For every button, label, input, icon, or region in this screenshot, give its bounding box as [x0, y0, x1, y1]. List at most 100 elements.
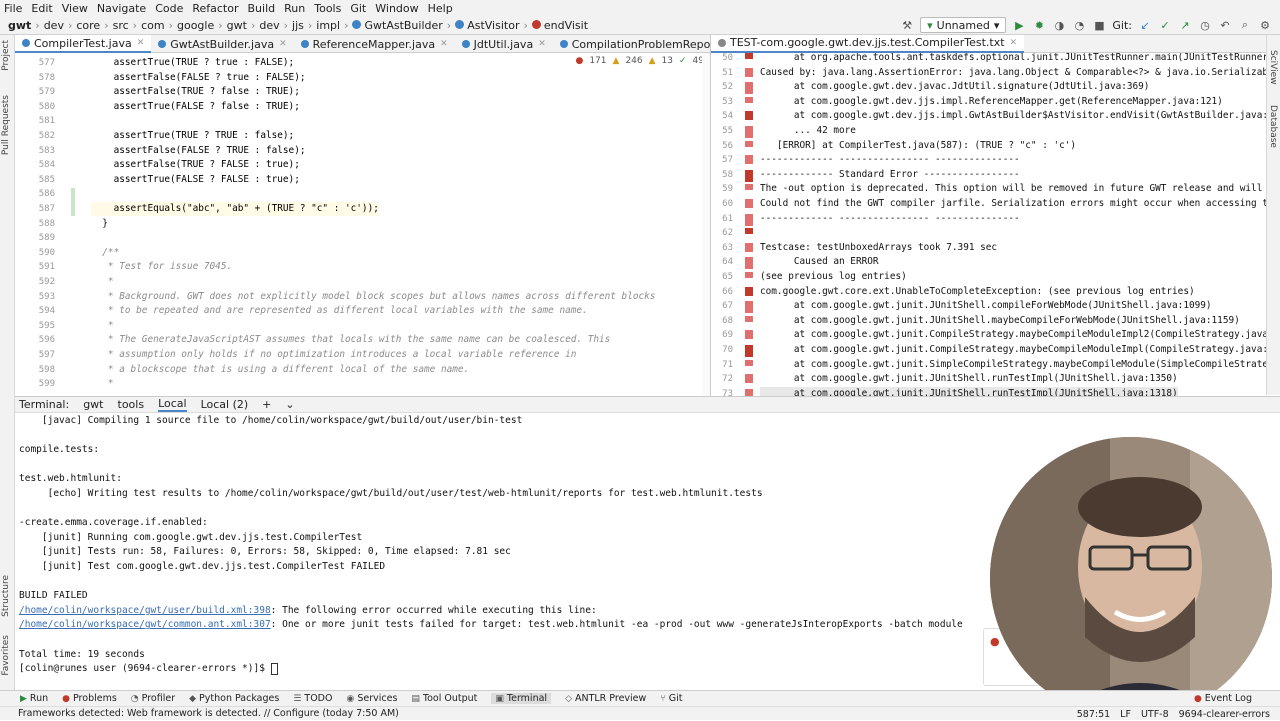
- breadcrumb-item[interactable]: endVisit: [531, 19, 588, 32]
- inspection-widget[interactable]: ● 171 ▲ 246 ▲ 13 ✓ 49: [575, 56, 704, 66]
- tool-database[interactable]: Database: [1268, 105, 1278, 148]
- menu-item-help[interactable]: Help: [428, 2, 453, 15]
- tool-git[interactable]: ⑂ Git: [660, 693, 682, 704]
- tab-terminal[interactable]: tools: [118, 398, 145, 411]
- run-config-select[interactable]: ▾ Unnamed ▾: [920, 17, 1007, 33]
- history-icon[interactable]: ◷: [1198, 18, 1212, 32]
- breadcrumb-label: dev: [259, 18, 280, 32]
- breadcrumb-item[interactable]: AstVisitor: [455, 19, 519, 32]
- close-icon[interactable]: ✕: [538, 39, 546, 49]
- breadcrumb-item[interactable]: dev: [44, 19, 64, 32]
- git-update-icon[interactable]: ↙: [1138, 18, 1152, 32]
- close-icon[interactable]: ✕: [137, 38, 145, 48]
- log-line-number: 62: [722, 228, 733, 239]
- breadcrumb-item[interactable]: gwt: [227, 19, 247, 32]
- tool-todo[interactable]: ☰ TODO: [293, 693, 332, 704]
- breadcrumb-item[interactable]: gwt: [8, 19, 31, 32]
- close-icon[interactable]: ✕: [1010, 38, 1018, 48]
- cursor-position[interactable]: 587:51: [1077, 709, 1110, 720]
- log-line: ------------- Standard Error -----------…: [760, 168, 1020, 180]
- run-icon[interactable]: ▶: [1012, 18, 1026, 32]
- status-message[interactable]: Frameworks detected: Web framework is de…: [18, 708, 399, 719]
- tab-editor-file[interactable]: JdtUtil.java ✕: [455, 35, 553, 53]
- git-push-icon[interactable]: ↗: [1178, 18, 1192, 32]
- file-encoding[interactable]: UTF-8: [1141, 709, 1169, 720]
- stop-icon[interactable]: ■: [1092, 18, 1106, 32]
- breadcrumb-item[interactable]: core: [76, 19, 100, 32]
- tool-antlr-preview[interactable]: ◇ ANTLR Preview: [565, 693, 646, 704]
- coverage-icon[interactable]: ◑: [1052, 18, 1066, 32]
- terminal-link[interactable]: /home/colin/workspace/gwt/user/build.xml…: [19, 605, 271, 616]
- git-branch[interactable]: 9694-clearer-errors: [1179, 709, 1270, 720]
- add-tab-icon[interactable]: +: [262, 398, 271, 411]
- tab-editor-file[interactable]: GwtAstBuilder.java ✕: [151, 35, 293, 53]
- code-line: assertFalse(TRUE ? FALSE : true);: [91, 159, 300, 171]
- log-line: at com.google.gwt.junit.JUnitShell.maybe…: [760, 314, 1240, 326]
- tool-problems[interactable]: ● Problems: [62, 693, 117, 704]
- close-icon[interactable]: ✕: [279, 39, 287, 49]
- menu-item-run[interactable]: Run: [284, 2, 305, 15]
- tab-test-log[interactable]: TEST-com.google.gwt.dev.jjs.test.Compile…: [711, 34, 1025, 53]
- menu-item-navigate[interactable]: Navigate: [97, 2, 146, 15]
- tool-label: Event Log: [1204, 693, 1252, 704]
- close-icon[interactable]: ✕: [440, 39, 448, 49]
- chevron-down-icon[interactable]: ⌄: [285, 398, 294, 411]
- error-stripe: [745, 286, 753, 296]
- debug-icon[interactable]: ✹: [1032, 18, 1046, 32]
- tool-services[interactable]: ◉ Services: [346, 693, 397, 704]
- hammer-icon[interactable]: ⚒: [900, 18, 914, 32]
- log-line-number: 56: [722, 140, 733, 151]
- class-icon: [455, 19, 465, 29]
- menu-item-code[interactable]: Code: [155, 2, 183, 15]
- line-number: 579: [38, 87, 55, 98]
- tool-structure[interactable]: Structure: [1, 575, 11, 617]
- profile-icon[interactable]: ◔: [1072, 18, 1086, 32]
- tool-profiler[interactable]: ◔ Profiler: [131, 693, 175, 704]
- menu-item-build[interactable]: Build: [248, 2, 276, 15]
- menu-item-edit[interactable]: Edit: [31, 2, 52, 15]
- breadcrumb-item[interactable]: google: [177, 19, 214, 32]
- tool-run[interactable]: ▶ Run: [20, 693, 48, 704]
- git-commit-icon[interactable]: ✓: [1158, 18, 1172, 32]
- presenter-video: [990, 437, 1272, 719]
- terminal-link[interactable]: /home/colin/workspace/gwt/common.ant.xml…: [19, 619, 271, 630]
- code-editor[interactable]: 577 578 579 580 581 582 583 584 585 586 587 588 589 5…: [15, 53, 710, 396]
- breadcrumb-item[interactable]: GwtAstBuilder: [352, 19, 443, 32]
- editor-scrollbar[interactable]: [702, 53, 710, 396]
- breadcrumb-item[interactable]: impl: [316, 19, 340, 32]
- tool-favorites[interactable]: Favorites: [1, 635, 11, 676]
- menu-item-git[interactable]: Git: [350, 2, 366, 15]
- tool-tool-output[interactable]: ▤ Tool Output: [411, 693, 477, 704]
- tab-terminal[interactable]: Local: [158, 397, 187, 412]
- error-stripe: [745, 374, 753, 384]
- tool-python-packages[interactable]: ◆ Python Packages: [189, 693, 279, 704]
- breadcrumb-item[interactable]: com: [141, 19, 165, 32]
- tool-label: Terminal: [506, 693, 548, 704]
- breadcrumb-item[interactable]: jjs: [292, 19, 304, 32]
- menu-item-view[interactable]: View: [62, 2, 88, 15]
- tab-terminal[interactable]: gwt: [83, 398, 103, 411]
- tool-pull-requests[interactable]: Pull Requests: [1, 95, 11, 155]
- menu-item-file[interactable]: File: [4, 2, 22, 15]
- tab-terminal[interactable]: Local (2): [201, 398, 249, 411]
- tab-editor-file[interactable]: ReferenceMapper.java ✕: [294, 35, 455, 53]
- tab-editor-file[interactable]: CompilerTest.java ✕: [15, 35, 152, 53]
- menu-item-window[interactable]: Window: [375, 2, 418, 15]
- line-number: 591: [38, 262, 55, 273]
- log-viewer[interactable]: 50 51 52 53 54 55 56 57 58 59 60 61 62 63 64 65 66 67 68 69…: [711, 53, 1266, 396]
- tool-project[interactable]: Project: [1, 40, 11, 71]
- tool-event-log[interactable]: ● Event Log: [1194, 693, 1252, 704]
- breadcrumb-item[interactable]: src: [113, 19, 129, 32]
- error-stripe: [745, 184, 753, 191]
- menu-item-refactor[interactable]: Refactor: [192, 2, 238, 15]
- breadcrumb-item[interactable]: dev: [259, 19, 279, 32]
- code-line: assertEquals("abc", "ab" + (TRUE ? "c" :…: [91, 202, 379, 216]
- tool-sciview[interactable]: SciView: [1268, 50, 1278, 85]
- tool-terminal[interactable]: ▣ Terminal: [491, 693, 552, 704]
- gear-icon[interactable]: ⚙: [1258, 18, 1272, 32]
- menu-item-tools[interactable]: Tools: [314, 2, 341, 15]
- search-icon[interactable]: ⌕: [1238, 18, 1252, 32]
- code-line: assertTrue(FALSE ? false : TRUE);: [91, 100, 300, 112]
- rollback-icon[interactable]: ↶: [1218, 18, 1232, 32]
- line-separator[interactable]: LF: [1120, 709, 1131, 720]
